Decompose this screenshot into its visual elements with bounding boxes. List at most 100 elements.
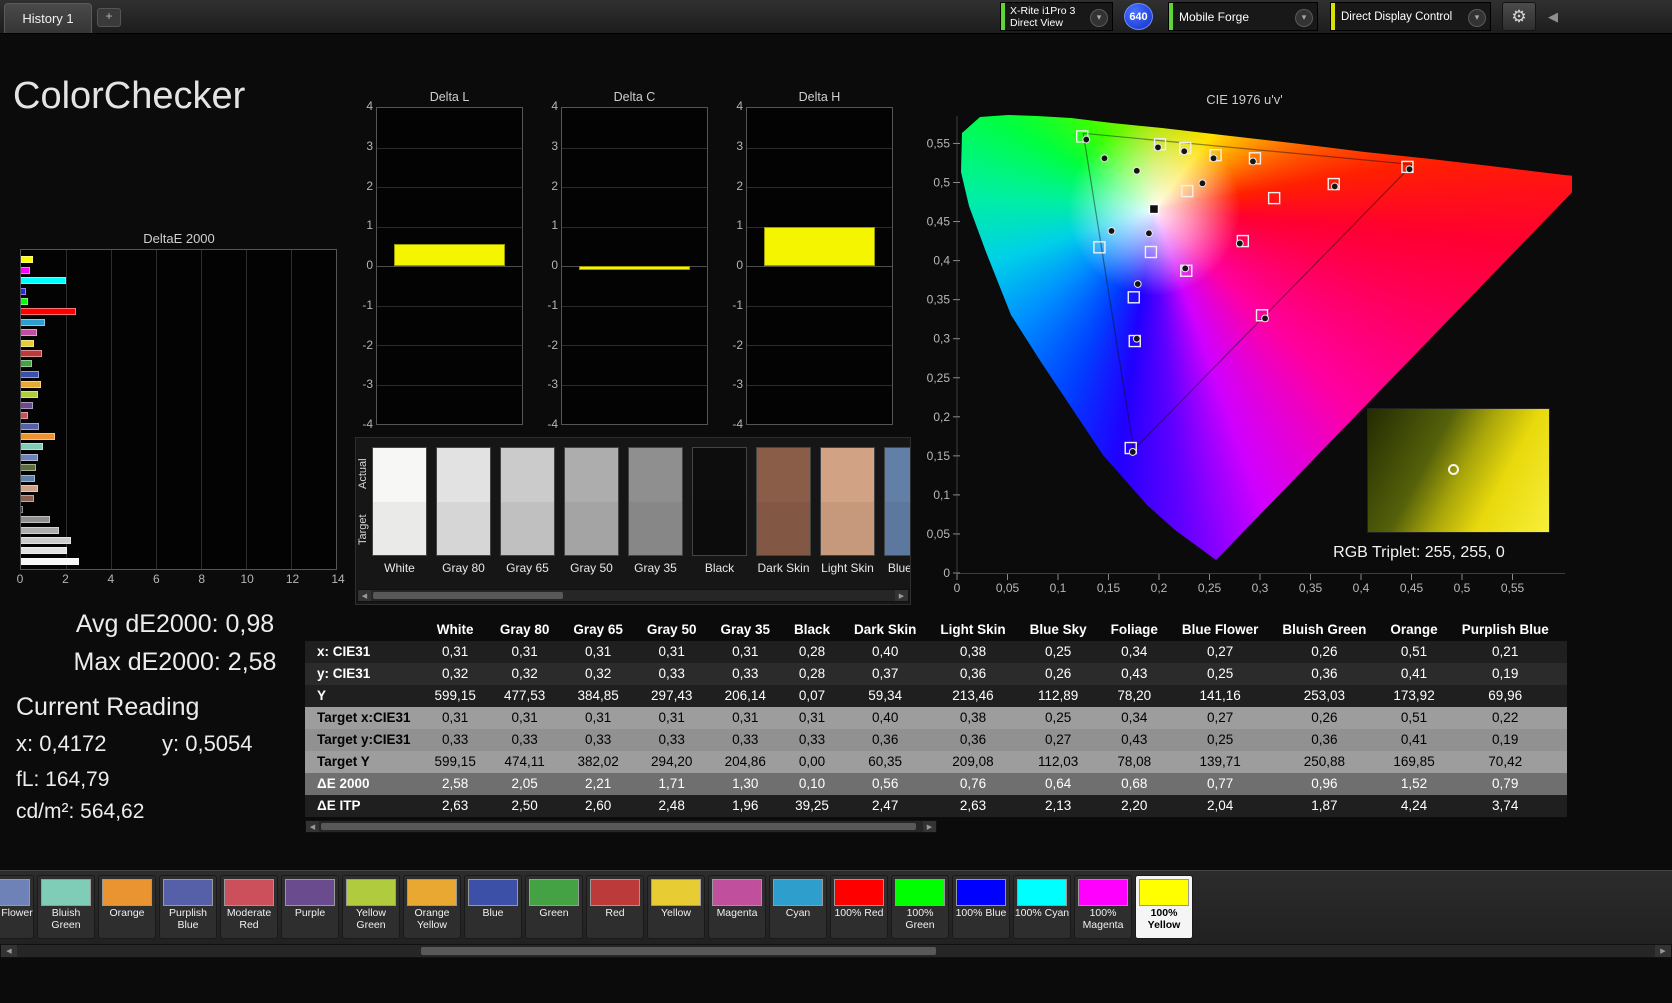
collapse-arrow-icon: ◀ bbox=[1548, 9, 1558, 24]
table-cell: 0,77 bbox=[1206, 776, 1234, 791]
table-cell: 2,48 bbox=[658, 798, 685, 813]
delta-gridline bbox=[747, 266, 892, 267]
table-scrollbar[interactable]: ◀ ▶ bbox=[305, 820, 937, 833]
table-cell: 0,33 bbox=[732, 732, 759, 747]
patch-button-red[interactable]: Red bbox=[586, 875, 644, 939]
patch-button-orange-yellow[interactable]: Orange Yellow bbox=[403, 875, 461, 939]
table-cell: 253,03 bbox=[1303, 688, 1346, 703]
current-reading-label: Current Reading bbox=[16, 693, 200, 721]
delta-y-tick: -4 bbox=[732, 417, 743, 431]
current-luminance-value: cd/m²: 564,62 bbox=[16, 800, 145, 823]
table-cell: 0,31 bbox=[658, 710, 685, 725]
delta-y-tick: 4 bbox=[551, 99, 558, 113]
patch-button-100-yellow[interactable]: 100% Yellow bbox=[1135, 875, 1193, 939]
table-cell: 384,85 bbox=[577, 688, 619, 703]
swatch-white bbox=[372, 447, 427, 556]
patch-button-label: Purplish Blue bbox=[169, 907, 207, 931]
scrollbar-thumb[interactable] bbox=[321, 823, 916, 830]
table-cell: 0,00 bbox=[798, 754, 826, 769]
delta-chart-delta-c: Delta C 4 3 2 1 0 -1 -2 -3 -4 bbox=[543, 90, 709, 440]
cie-x-tick-label: 0,1 bbox=[1050, 581, 1067, 595]
scrollbar-thumb[interactable] bbox=[373, 592, 563, 599]
table-cell: 69,96 bbox=[1488, 688, 1523, 703]
table-cell: 0,33 bbox=[511, 732, 538, 747]
chevron-down-icon[interactable]: ▾ bbox=[1090, 9, 1108, 27]
add-tab-button[interactable]: + bbox=[97, 8, 121, 27]
patch-button-100-cyan[interactable]: 100% Cyan bbox=[1013, 875, 1071, 939]
de-bar-red bbox=[21, 349, 42, 357]
table-row-target-y: Target Y 599,15 474,11 382,02 294,20 204,86 0,… bbox=[305, 751, 1567, 773]
table-cell: 209,08 bbox=[952, 754, 994, 769]
table-cell: 4,24 bbox=[1400, 798, 1428, 813]
patch-button-label: Purple bbox=[294, 907, 326, 919]
patch-button-label: Orange Yellow bbox=[414, 907, 450, 931]
patch-button-100-green[interactable]: 100% Green bbox=[891, 875, 949, 939]
scroll-right-icon[interactable]: ▶ bbox=[895, 590, 908, 601]
de2000-x-tick: 10 bbox=[240, 572, 254, 586]
table-cell: 0,28 bbox=[798, 644, 826, 659]
patch-button-100-blue[interactable]: 100% Blue bbox=[952, 875, 1010, 939]
scroll-right-icon[interactable]: ▶ bbox=[1655, 945, 1671, 957]
de-bar-gray-35 bbox=[21, 516, 51, 524]
patch-button-yellow-green[interactable]: Yellow Green bbox=[342, 875, 400, 939]
de-bar-100-magenta bbox=[21, 266, 30, 274]
table-cell: 0,36 bbox=[1311, 732, 1338, 747]
patch-button-orange[interactable]: Orange bbox=[98, 875, 156, 939]
tab-history-1[interactable]: History 1 bbox=[4, 3, 92, 33]
patch-button-yellow[interactable]: Yellow bbox=[647, 875, 705, 939]
patch-button-label: Magenta bbox=[716, 907, 758, 919]
delta-chart-delta-l: Delta L 4 3 2 1 0 -1 -2 -3 -4 bbox=[358, 90, 524, 440]
patch-button-bluish-green[interactable]: Bluish Green bbox=[37, 875, 95, 939]
col-header-dark-skin: Dark Skin bbox=[854, 622, 917, 637]
cie-measured-point bbox=[1198, 179, 1207, 188]
table-cell: 78,20 bbox=[1117, 688, 1152, 703]
scrollbar-thumb[interactable] bbox=[421, 947, 936, 955]
patch-button-purple[interactable]: Purple bbox=[281, 875, 339, 939]
table-cell: 0,33 bbox=[798, 732, 826, 747]
patch-button-label: 100% Red bbox=[834, 907, 884, 919]
table-cell: 2,04 bbox=[1206, 798, 1234, 813]
table-cell: 2,50 bbox=[511, 798, 538, 813]
table-cell: 70,42 bbox=[1488, 754, 1523, 769]
cie-x-tick-label: 0,45 bbox=[1400, 581, 1424, 595]
meter-dropdown[interactable]: X-Rite i1Pro 3 Direct View ▾ bbox=[1000, 2, 1113, 31]
swatch-strip-scrollbar[interactable]: ◀ ▶ bbox=[357, 589, 909, 602]
col-header-gray-80: Gray 80 bbox=[499, 622, 550, 637]
settings-button[interactable]: ⚙ bbox=[1502, 2, 1536, 31]
de-bar-yellow bbox=[21, 339, 35, 347]
main-horizontal-scrollbar[interactable]: ◀ ▶ bbox=[0, 944, 1672, 958]
patch-button-blue-flower[interactable]: Blue Flower bbox=[0, 875, 34, 939]
table-cell: 0,32 bbox=[585, 666, 612, 681]
patch-swatch bbox=[834, 879, 884, 906]
chevron-down-icon[interactable]: ▾ bbox=[1295, 9, 1313, 27]
table-cell: 2,58 bbox=[442, 776, 469, 791]
page-title: ColorChecker bbox=[13, 75, 246, 117]
patch-button-100-red[interactable]: 100% Red bbox=[830, 875, 888, 939]
table-cell: 2,21 bbox=[585, 776, 612, 791]
swatch-label: Gray 65 bbox=[506, 561, 549, 575]
table-cell: 2,47 bbox=[872, 798, 899, 813]
chevron-down-icon[interactable]: ▾ bbox=[1468, 9, 1486, 27]
row-label: ΔE 2000 bbox=[317, 776, 370, 791]
display-control-dropdown[interactable]: Direct Display Control ▾ bbox=[1330, 2, 1491, 31]
scroll-left-icon[interactable]: ◀ bbox=[306, 821, 319, 832]
scroll-left-icon[interactable]: ◀ bbox=[1, 945, 17, 957]
delta-gridline bbox=[562, 187, 707, 188]
scroll-right-icon[interactable]: ▶ bbox=[923, 821, 936, 832]
table-cell: 0,25 bbox=[1206, 732, 1234, 747]
meter-count-badge[interactable]: 640 bbox=[1124, 3, 1153, 30]
patch-button-magenta[interactable]: Magenta bbox=[708, 875, 766, 939]
patch-button-label: 100% Green bbox=[905, 907, 935, 931]
patch-button-blue[interactable]: Blue bbox=[464, 875, 522, 939]
patch-button-purplish-blue[interactable]: Purplish Blue bbox=[159, 875, 217, 939]
patch-button-moderate-red[interactable]: Moderate Red bbox=[220, 875, 278, 939]
table-cell: 1,87 bbox=[1311, 798, 1338, 813]
table-cell: 169,85 bbox=[1393, 754, 1435, 769]
delta-gridline bbox=[377, 226, 522, 228]
patch-button-100-magenta[interactable]: 100% Magenta bbox=[1074, 875, 1132, 939]
scroll-left-icon[interactable]: ◀ bbox=[358, 590, 371, 601]
source-dropdown[interactable]: Mobile Forge ▾ bbox=[1168, 2, 1318, 31]
patch-button-cyan[interactable]: Cyan bbox=[769, 875, 827, 939]
patch-button-green[interactable]: Green bbox=[525, 875, 583, 939]
collapse-panel-button[interactable]: ◀ bbox=[1543, 7, 1563, 27]
